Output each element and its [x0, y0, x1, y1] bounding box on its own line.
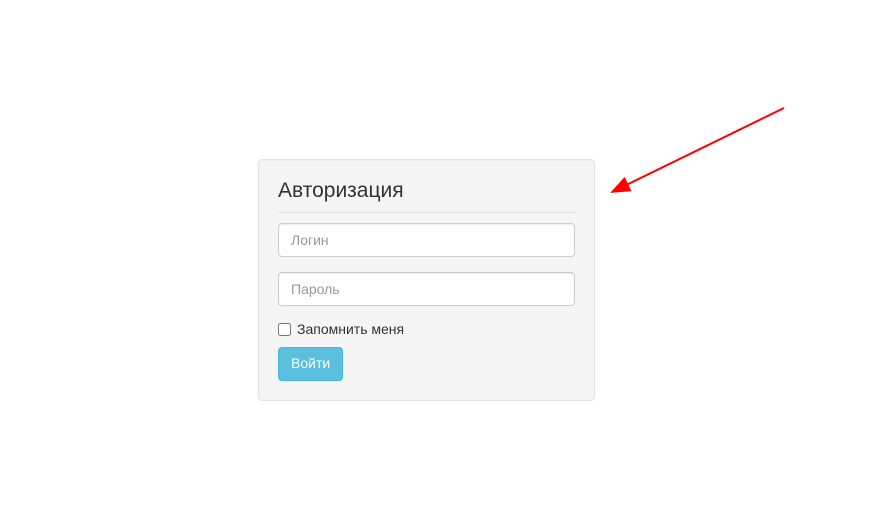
- login-title: Авторизация: [278, 179, 575, 213]
- form-group-password: [278, 272, 575, 306]
- remember-me-label: Запомнить меня: [297, 321, 404, 337]
- form-group-username: [278, 223, 575, 257]
- remember-me-checkbox[interactable]: [278, 323, 291, 336]
- username-input[interactable]: [278, 223, 575, 257]
- annotation-arrow-icon: [604, 100, 794, 200]
- submit-button[interactable]: Войти: [278, 347, 343, 381]
- login-panel: Авторизация Запомнить меня Войти: [258, 159, 595, 401]
- remember-me-row: Запомнить меня: [278, 321, 575, 337]
- password-input[interactable]: [278, 272, 575, 306]
